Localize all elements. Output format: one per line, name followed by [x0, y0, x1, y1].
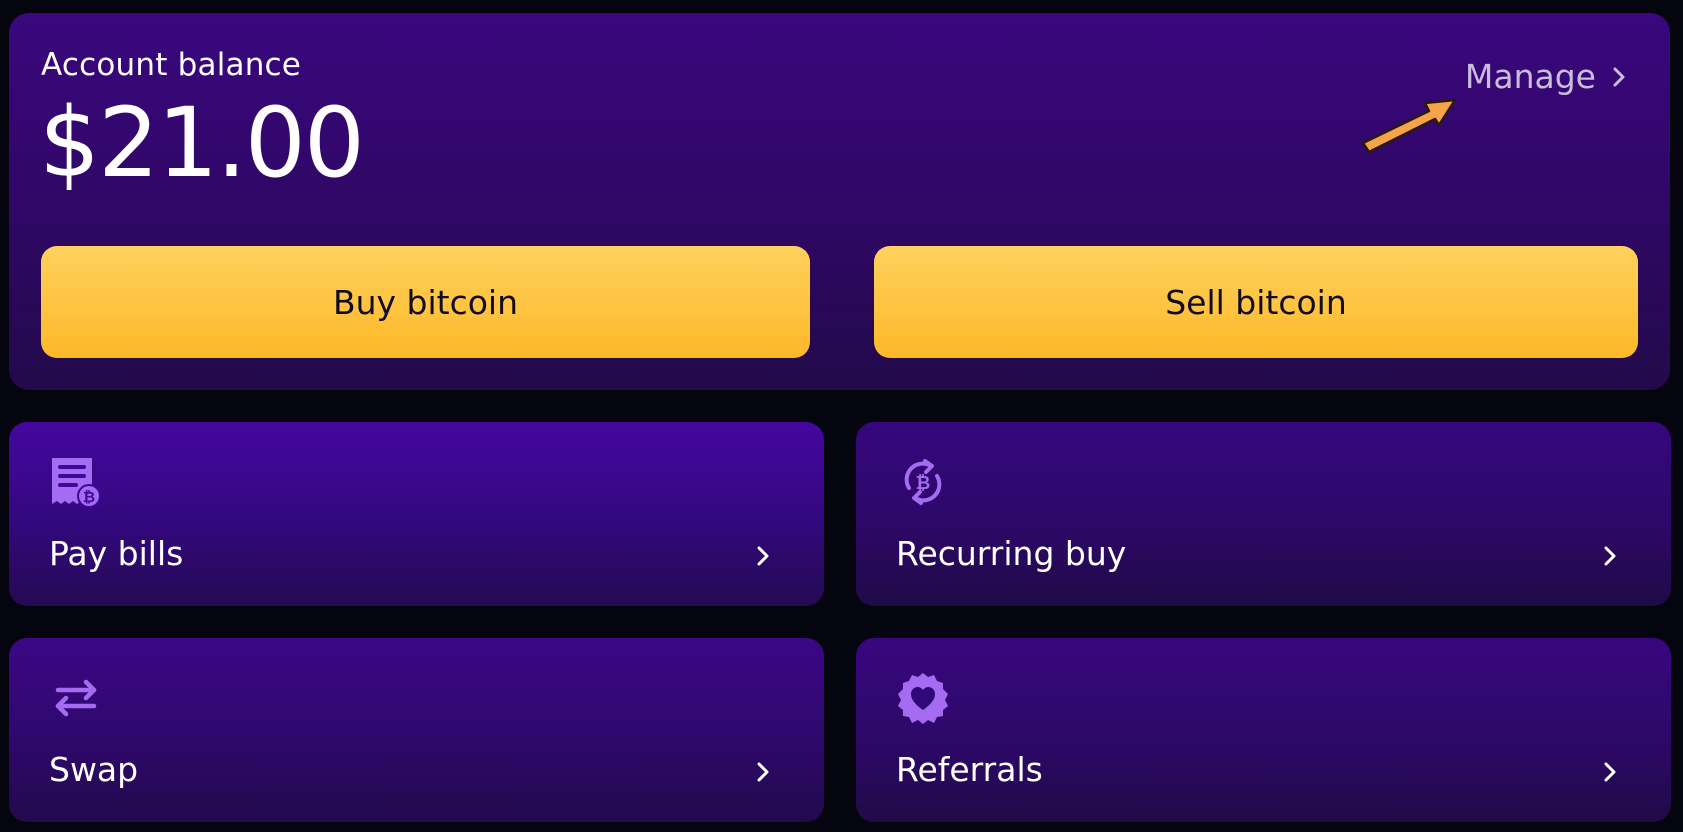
tile-label: Referrals	[896, 750, 1043, 789]
chevron-right-icon	[757, 762, 769, 782]
chevron-right-icon	[1613, 67, 1625, 86]
chevron-right-icon	[1604, 546, 1616, 566]
svg-text:₿: ₿	[916, 473, 931, 494]
balance-card: Account balance $21.00 Manage Buy bitcoi…	[9, 13, 1670, 390]
referrals-tile[interactable]: Referrals	[856, 638, 1671, 822]
sell-bitcoin-button[interactable]: Sell bitcoin	[874, 246, 1638, 358]
pointer-arrow-icon	[1361, 98, 1457, 154]
tile-label: Recurring buy	[896, 534, 1127, 573]
tile-label: Swap	[49, 750, 139, 789]
balance-amount: $21.00	[39, 87, 365, 199]
balance-label: Account balance	[41, 47, 302, 83]
chevron-right-icon	[757, 546, 769, 566]
bill-bitcoin-icon: ₿	[48, 454, 104, 510]
pay-bills-tile[interactable]: ₿ Pay bills	[9, 422, 824, 606]
svg-text:₿: ₿	[83, 488, 95, 506]
chevron-right-icon	[1604, 762, 1616, 782]
heart-badge-icon	[895, 670, 951, 726]
swap-arrows-icon	[48, 670, 104, 726]
manage-link[interactable]: Manage	[1465, 57, 1630, 96]
recurring-buy-tile[interactable]: ₿ Recurring buy	[856, 422, 1671, 606]
buy-bitcoin-button[interactable]: Buy bitcoin	[41, 246, 810, 358]
recurring-bitcoin-icon: ₿	[895, 454, 951, 510]
tile-label: Pay bills	[49, 534, 184, 573]
manage-label: Manage	[1464, 57, 1596, 96]
swap-tile[interactable]: Swap	[9, 638, 824, 822]
